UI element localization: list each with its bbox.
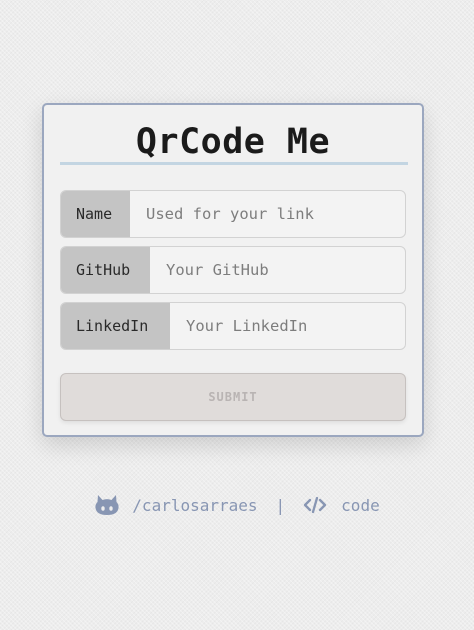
github-profile-link[interactable]: /carlosarraes: [94, 494, 258, 516]
page-title: QrCode Me: [135, 122, 331, 162]
linkedin-label: LinkedIn: [61, 303, 170, 349]
github-input[interactable]: [150, 247, 405, 293]
name-field: Name: [60, 190, 406, 238]
code-icon: [303, 496, 327, 514]
linkedin-field: LinkedIn: [60, 302, 406, 350]
source-code-text: code: [341, 495, 380, 515]
submit-button[interactable]: SUBMIT: [60, 373, 406, 421]
github-profile-text: /carlosarraes: [132, 495, 258, 515]
github-label: GitHub: [61, 247, 150, 293]
name-input[interactable]: [130, 191, 405, 237]
github-icon: [94, 494, 120, 516]
github-field: GitHub: [60, 246, 406, 294]
footer-separator: |: [275, 495, 286, 515]
linkedin-input[interactable]: [170, 303, 405, 349]
name-label: Name: [61, 191, 130, 237]
form-card: QrCode Me Name GitHub LinkedIn SUBMIT: [42, 103, 424, 437]
title-underline: [60, 162, 408, 165]
source-code-link[interactable]: code: [303, 496, 380, 515]
footer: /carlosarraes | code: [0, 490, 474, 520]
